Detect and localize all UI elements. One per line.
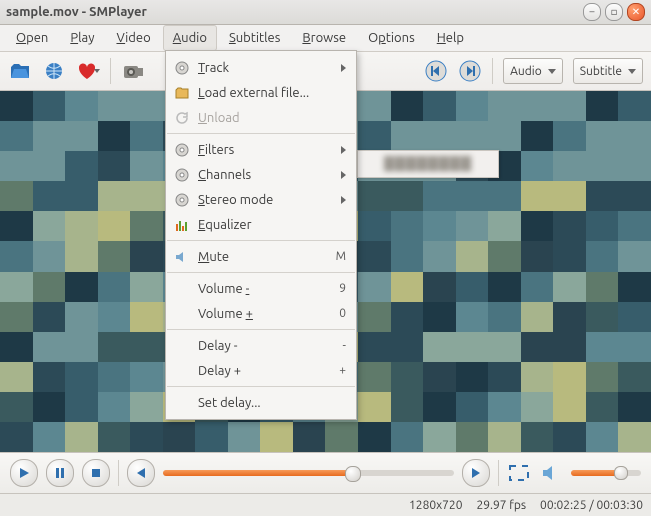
equalizer-icon xyxy=(174,217,190,233)
separator xyxy=(492,58,493,84)
separator xyxy=(498,460,499,486)
menu-audio[interactable]: Audio xyxy=(163,25,217,51)
camera-icon[interactable] xyxy=(121,59,145,83)
disc-icon xyxy=(174,60,190,76)
chevron-down-icon xyxy=(548,69,556,74)
volume-thumb[interactable] xyxy=(614,466,628,480)
menu-item-load-external[interactable]: Load external file... xyxy=(166,80,356,105)
menu-item-unload: Unload xyxy=(166,105,356,130)
menu-open[interactable]: Open xyxy=(6,25,58,51)
submenu-arrow-icon xyxy=(341,146,346,154)
menu-bar: Open Play Video Audio Subtitles Browse O… xyxy=(0,25,651,52)
fullscreen-icon[interactable] xyxy=(507,461,531,485)
folder-icon xyxy=(174,85,190,101)
menu-item-delay-down[interactable]: Delay -- xyxy=(166,333,356,358)
disc-icon xyxy=(174,167,190,183)
maximize-button[interactable]: ▫ xyxy=(605,3,623,21)
title-bar: sample.mov - SMPlayer – ▫ ✕ xyxy=(0,0,651,25)
favorites-icon[interactable] xyxy=(76,59,100,83)
submenu-arrow-icon xyxy=(341,64,346,72)
menu-play[interactable]: Play xyxy=(60,25,104,51)
menu-item-track[interactable]: Track xyxy=(166,55,356,80)
menu-video[interactable]: Video xyxy=(106,25,160,51)
menu-browse[interactable]: Browse xyxy=(292,25,356,51)
disc-icon xyxy=(174,192,190,208)
subtitle-select-button[interactable]: Subtitle xyxy=(573,58,643,84)
menu-item-volume-up[interactable]: Volume +0 xyxy=(166,301,356,326)
chevron-down-icon xyxy=(628,69,636,74)
menu-item-set-delay[interactable]: Set delay... xyxy=(166,390,356,415)
status-fps: 29.97 fps xyxy=(476,499,526,512)
menu-item-filters[interactable]: Filters xyxy=(166,137,356,162)
seek-slider[interactable] xyxy=(163,470,454,476)
audio-select-button[interactable]: Audio xyxy=(503,58,563,84)
reload-icon xyxy=(174,110,190,126)
menu-item-equalizer[interactable]: Equalizer xyxy=(166,212,356,237)
stop-button[interactable] xyxy=(82,459,110,487)
menu-subtitles[interactable]: Subtitles xyxy=(219,25,290,51)
volume-slider[interactable] xyxy=(571,470,641,476)
skip-forward-icon[interactable] xyxy=(458,59,482,83)
audio-select-label: Audio xyxy=(510,65,542,78)
pause-button[interactable] xyxy=(46,459,74,487)
volume-icon[interactable] xyxy=(539,461,563,485)
menu-options[interactable]: Options xyxy=(358,25,425,51)
separator xyxy=(118,460,119,486)
minimize-button[interactable]: – xyxy=(583,3,601,21)
close-button[interactable]: ✕ xyxy=(627,3,645,21)
skip-back-icon[interactable] xyxy=(424,59,448,83)
open-url-icon[interactable] xyxy=(42,59,66,83)
menu-item-delay-up[interactable]: Delay ++ xyxy=(166,358,356,383)
menu-item-mute[interactable]: MuteM xyxy=(166,244,356,269)
submenu-arrow-icon xyxy=(341,196,346,204)
forward-button[interactable] xyxy=(462,459,490,487)
status-time: 00:02:25 / 00:03:30 xyxy=(540,499,643,512)
rewind-button[interactable] xyxy=(127,459,155,487)
status-bar: 1280x720 29.97 fps 00:02:25 / 00:03:30 xyxy=(0,493,651,516)
menu-item-channels[interactable]: Channels xyxy=(166,162,356,187)
audio-menu: Track Load external file... Unload Filte… xyxy=(165,50,357,420)
window-title: sample.mov - SMPlayer xyxy=(6,5,147,19)
tooltip: ████████ xyxy=(357,150,499,178)
seek-thumb[interactable] xyxy=(345,466,361,482)
menu-item-volume-down[interactable]: Volume -9 xyxy=(166,276,356,301)
menu-item-stereo[interactable]: Stereo mode xyxy=(166,187,356,212)
status-resolution: 1280x720 xyxy=(409,499,462,512)
submenu-arrow-icon xyxy=(341,171,346,179)
disc-icon xyxy=(174,142,190,158)
subtitle-select-label: Subtitle xyxy=(580,65,622,78)
mute-icon xyxy=(174,249,190,265)
play-button[interactable] xyxy=(10,459,38,487)
open-file-icon[interactable] xyxy=(8,59,32,83)
playback-controls xyxy=(0,452,651,493)
menu-help[interactable]: Help xyxy=(427,25,474,51)
separator xyxy=(110,58,111,84)
